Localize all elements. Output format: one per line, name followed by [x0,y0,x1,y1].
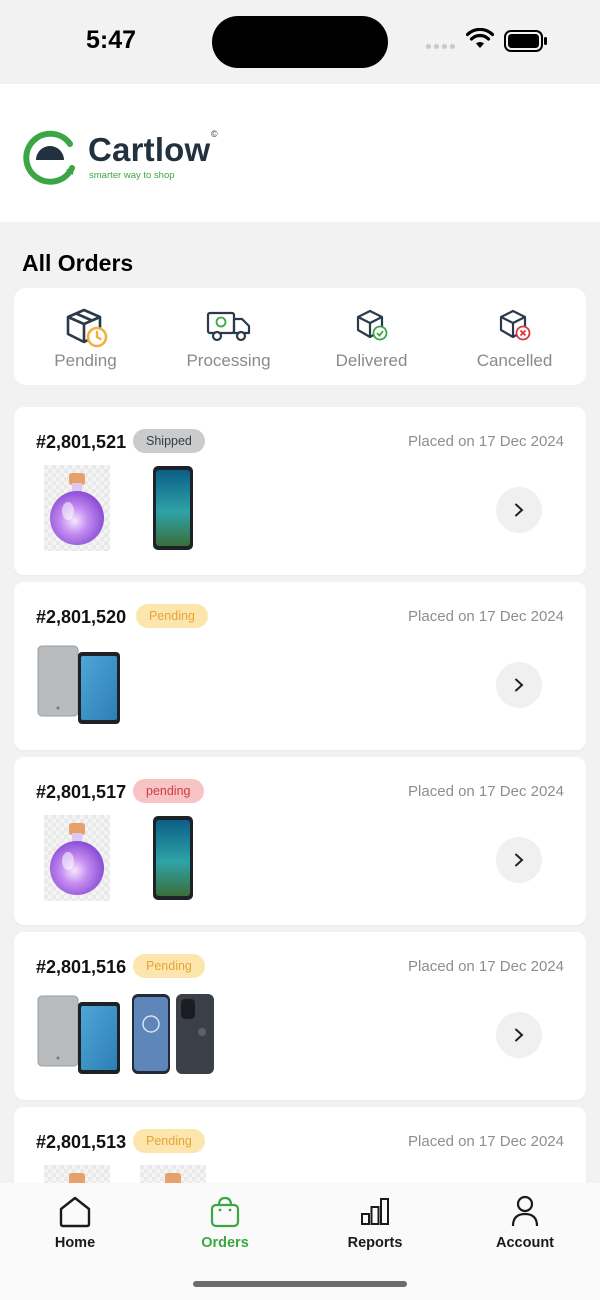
status-badge: Pending [133,1129,205,1153]
order-date: Placed on 17 Dec 2024 [408,958,564,975]
nav-reports[interactable]: Reports [300,1183,450,1263]
chevron-right-icon [515,678,524,692]
cellular-signal-icon [426,44,455,49]
order-details-button[interactable] [496,837,542,883]
tablet-image [37,645,120,724]
box-cancel-icon [499,309,530,341]
perfume-bottle-image [44,465,110,551]
order-details-button[interactable] [496,1012,542,1058]
filter-label: Processing [186,351,271,370]
battery-icon [504,30,547,52]
order-status-filter: Pending Processing Delivered Cancelled [14,288,586,385]
order-date: Placed on 17 Dec 2024 [408,433,564,450]
nav-label: Home [54,1235,96,1251]
tablet-image [37,995,120,1074]
order-date: Placed on 17 Dec 2024 [408,1133,564,1150]
order-card[interactable]: #2,801,521 Shipped Placed on 17 Dec 2024 [14,407,586,575]
filter-label: Cancelled [476,351,553,370]
nav-home[interactable]: Home [0,1183,150,1263]
order-date: Placed on 17 Dec 2024 [408,608,564,625]
filter-label: Delivered [335,351,408,370]
wifi-icon [466,28,494,48]
order-date: Placed on 17 Dec 2024 [408,783,564,800]
chevron-right-icon [515,853,524,867]
box-clock-icon [66,308,107,348]
order-details-button[interactable] [496,662,542,708]
filter-label: Pending [54,351,117,370]
smartphone-image [153,816,193,900]
status-badge: Pending [133,954,205,978]
order-card[interactable]: #2,801,517 pending Placed on 17 Dec 2024 [14,757,586,925]
smartphone-image [153,466,193,550]
box-check-icon [356,309,387,341]
app-header: Cartlow © smarter way to shop [0,84,600,222]
chevron-right-icon [515,503,524,517]
status-time: 5:47 [86,26,137,54]
page-title: All Orders [22,250,134,276]
filter-cancelled[interactable]: Cancelled [443,288,586,385]
shopping-bag-icon [210,1196,240,1228]
order-number: #2,801,520 [36,607,127,627]
delivery-truck-icon [206,311,250,342]
status-badge: Shipped [133,429,205,453]
perfume-bottle-image [44,815,110,901]
order-details-button[interactable] [496,487,542,533]
nav-label: Reports [347,1235,403,1251]
nav-account[interactable]: Account [450,1183,600,1263]
filter-processing[interactable]: Processing [157,288,300,385]
order-card[interactable]: #2,801,520 Pending Placed on 17 Dec 2024 [14,582,586,750]
status-bar: 5:47 [0,0,600,84]
nav-label: Account [496,1235,554,1251]
dynamic-island [212,16,388,68]
order-number: #2,801,516 [36,957,127,977]
order-number: #2,801,517 [36,782,127,802]
order-card[interactable]: #2,801,516 Pending Placed on 17 Dec 2024 [14,932,586,1100]
cartlow-logo-icon [23,130,75,185]
home-indicator [193,1281,407,1287]
brand-name: Cartlow [88,131,211,168]
nav-orders[interactable]: Orders [150,1183,300,1263]
copyright-mark: © [211,129,218,139]
order-number: #2,801,513 [36,1132,127,1152]
nav-label: Orders [201,1235,249,1251]
status-badge: Pending [136,604,208,628]
order-number: #2,801,521 [36,432,127,452]
motorola-phone-image [132,994,214,1074]
bar-chart-icon [361,1198,389,1225]
filter-delivered[interactable]: Delivered [300,288,443,385]
filter-pending[interactable]: Pending [14,288,157,385]
user-icon [511,1195,539,1227]
brand-tagline: smarter way to shop [89,170,175,181]
home-icon [59,1196,91,1228]
chevron-right-icon [515,1028,524,1042]
status-badge: pending [133,779,204,803]
